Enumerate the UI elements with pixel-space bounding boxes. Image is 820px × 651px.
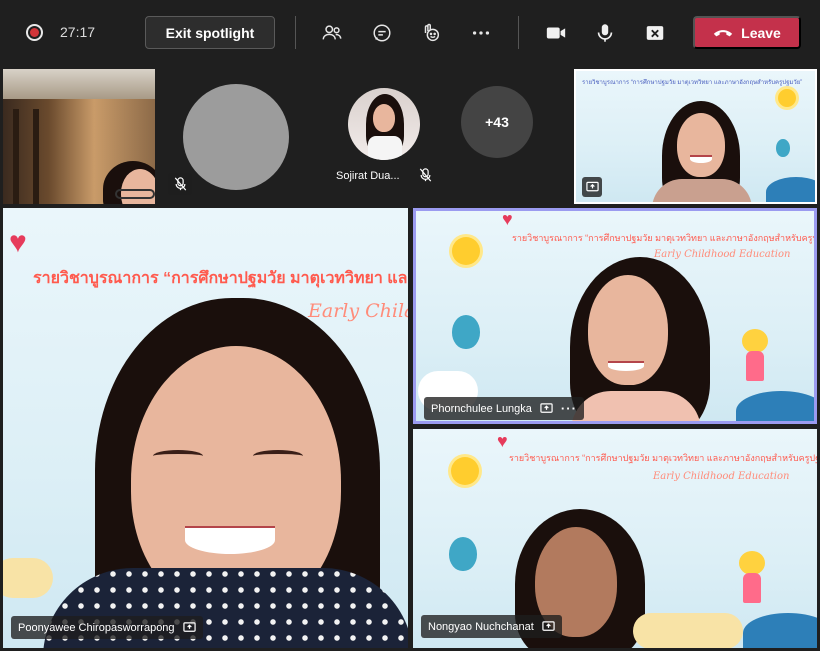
screen-share-icon	[540, 403, 553, 413]
screen-share-icon	[542, 621, 555, 631]
presenter-face	[677, 113, 725, 177]
sun-decoration	[452, 237, 480, 265]
window-frame	[13, 109, 19, 204]
participant-name-tag: Phornchulee Lungka ···	[424, 397, 584, 420]
self-video-thumbnail[interactable]: รายวิชาบูรณาการ “การศึกษาปฐมวัย มาตุเวทว…	[574, 69, 817, 204]
slide-title: รายวิชาบูรณาการ “การศึกษาปฐมวัย มาตุเวทว…	[512, 233, 817, 243]
slide-title: รายวิชาบูรณาการ “การศึกษาปฐมวัย มาตุเวทว…	[509, 453, 817, 463]
react-icon[interactable]	[418, 20, 444, 46]
ceiling	[3, 69, 155, 99]
balloon-decoration	[452, 315, 480, 349]
participant-name: Poonyawee Chiropasworrapong	[18, 621, 175, 634]
mic-off-icon	[168, 173, 192, 195]
sun-decoration	[778, 89, 796, 107]
participant-video[interactable]: ♥ รายวิชาบูรณาการ “การศึกษาปฐมวัย มาตุเว…	[413, 429, 817, 648]
presenter-smile	[690, 155, 712, 163]
presenter-smile	[185, 526, 275, 554]
phone-icon	[713, 29, 733, 36]
participant-smile	[608, 361, 644, 371]
slide-subtitle: Early Childhood Education	[654, 249, 791, 260]
wave-decoration	[743, 613, 817, 648]
participant-name-tag: Poonyawee Chiropasworrapong	[11, 616, 203, 639]
people-icon[interactable]	[319, 20, 345, 46]
toolbar-divider	[295, 16, 296, 49]
participant-avatar[interactable]	[348, 88, 420, 160]
more-icon[interactable]	[468, 20, 494, 46]
window-frame	[33, 109, 39, 204]
participant-shirt	[571, 391, 701, 421]
glasses	[115, 189, 155, 199]
mic-icon[interactable]	[592, 20, 618, 46]
participant-name: Sojirat Dua...	[336, 170, 400, 182]
balloon-decoration	[449, 537, 477, 571]
avatar-shirt	[368, 136, 402, 160]
spotlight-video[interactable]: ♥ รายวิชาบูรณาการ “การศึกษาปฐมวัย มาตุเว…	[3, 208, 408, 648]
mic-off-icon	[419, 168, 433, 183]
left-eye	[153, 450, 203, 462]
participant-video-thumbnail[interactable]	[3, 69, 155, 204]
record-icon	[26, 24, 43, 41]
chat-icon[interactable]	[369, 20, 395, 46]
screen-share-icon	[582, 177, 602, 197]
balloon-decoration	[776, 139, 790, 157]
exit-spotlight-button[interactable]: Exit spotlight	[145, 16, 275, 49]
more-options-icon[interactable]: ···	[561, 401, 577, 416]
leave-button[interactable]: Leave	[693, 16, 801, 49]
thumb-slide-title: รายวิชาบูรณาการ “การศึกษาปฐมวัย มาตุเวทว…	[582, 80, 803, 86]
toolbar-divider	[518, 16, 519, 49]
screen-share-icon	[182, 622, 196, 632]
participant-name: Phornchulee Lungka	[431, 402, 532, 415]
leave-label: Leave	[741, 24, 781, 41]
sun-decoration	[451, 457, 479, 485]
wave-decoration	[766, 177, 815, 202]
slide-title: รายวิชาบูรณาการ “การศึกษาปฐมวัย มาตุเวทว…	[33, 270, 408, 287]
presenter-shoulders	[652, 179, 752, 202]
cloud-decoration	[3, 558, 53, 598]
participant-name: Nongyao Nuchchanat	[428, 620, 534, 633]
cartoon-girl-decoration	[731, 551, 771, 611]
cartoon-girl-decoration	[734, 329, 774, 389]
meeting-toolbar: 27:17 Exit spotlight Leave	[0, 0, 820, 64]
wave-decoration	[736, 391, 814, 421]
right-eye	[253, 450, 303, 462]
participant-name-tag: Nongyao Nuchchanat	[421, 615, 562, 638]
heart-decoration: ♥	[9, 226, 27, 259]
slide-subtitle: Early Chila	[308, 300, 408, 322]
heart-decoration: ♥	[502, 209, 513, 229]
cloud-decoration	[633, 613, 743, 648]
participant-video-active[interactable]: ♥ รายวิชาบูรณาการ “การศึกษาปฐมวัย มาตุเว…	[413, 208, 817, 424]
meeting-timer: 27:17	[60, 24, 96, 40]
camera-icon[interactable]	[543, 20, 569, 46]
share-icon[interactable]	[642, 20, 668, 46]
slide-subtitle: Early Childhood Education	[653, 471, 790, 482]
avatar-face	[373, 104, 395, 132]
heart-decoration: ♥	[497, 431, 508, 451]
more-participants-button[interactable]: +43	[461, 86, 533, 158]
participant-avatar[interactable]	[183, 84, 289, 190]
